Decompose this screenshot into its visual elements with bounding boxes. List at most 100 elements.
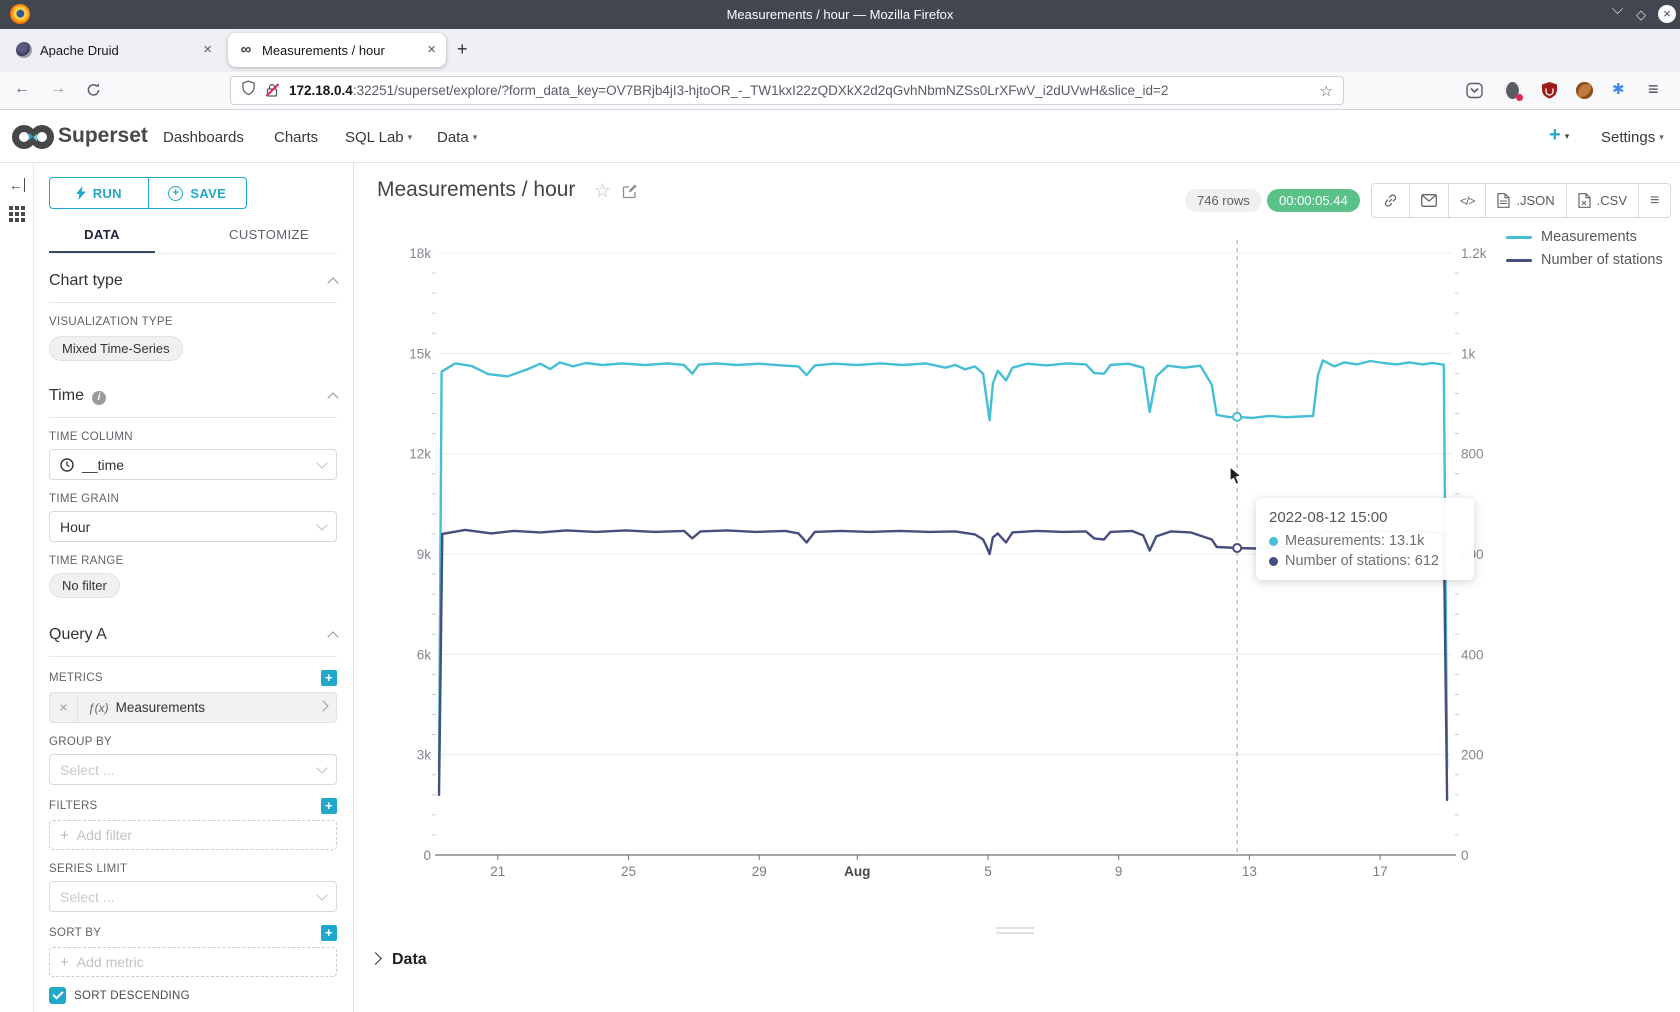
fx-icon: ƒ(x) (88, 701, 109, 715)
metric-chip[interactable]: × ƒ(x) Measurements (49, 692, 337, 723)
nav-add-button[interactable]: +▾ (1549, 124, 1569, 147)
extension-asterisk-icon[interactable]: ✱ (1612, 80, 1629, 97)
chevron-up-icon (327, 631, 338, 642)
dataset-grid-icon[interactable] (9, 206, 25, 227)
add-filter-button[interactable]: + (321, 798, 337, 814)
viz-type-value[interactable]: Mixed Time-Series (49, 336, 183, 361)
nav-item-data[interactable]: Data▾ (437, 129, 477, 146)
add-sort-metric-button[interactable]: + (321, 925, 337, 941)
nav-item-dashboards[interactable]: Dashboards (163, 129, 244, 146)
time-range-value[interactable]: No filter (49, 573, 120, 598)
svg-text:21: 21 (490, 864, 505, 879)
add-metric-button[interactable]: + (321, 670, 337, 686)
time-grain-label: TIME GRAIN (49, 493, 337, 505)
new-tab-button[interactable]: + (457, 39, 468, 60)
nav-item-sql-lab[interactable]: SQL Lab▾ (345, 129, 412, 146)
embed-code-button[interactable]: </> (1449, 184, 1486, 217)
section-time[interactable]: Timei (49, 387, 337, 405)
viz-type-label: VISUALIZATION TYPE (49, 316, 337, 328)
group-by-label: GROUP BY (49, 736, 337, 748)
group-by-select[interactable]: Select ... (49, 754, 337, 785)
edit-title-icon[interactable] (622, 183, 638, 204)
series-limit-select[interactable]: Select ... (49, 881, 337, 912)
ublock-shield-icon[interactable] (1541, 81, 1558, 98)
cookie-icon[interactable] (1576, 82, 1593, 99)
svg-text:5: 5 (984, 864, 992, 879)
window-maximize-icon[interactable]: ◇ (1636, 7, 1646, 22)
tab-close-icon[interactable]: × (203, 43, 212, 57)
copy-link-button[interactable] (1372, 184, 1410, 217)
file-json-icon (1497, 193, 1510, 208)
forward-icon[interactable]: → (50, 80, 66, 98)
panel-resize-handle[interactable] (996, 927, 1034, 937)
url-path: :32251/superset/explore/?form_data_key=O… (353, 83, 1169, 98)
legend-item-stations[interactable]: Number of stations (1506, 252, 1663, 268)
section-query-a[interactable]: Query A (49, 626, 337, 644)
chart-legend: Measurements Number of stations (1506, 229, 1663, 275)
bookmark-star-icon[interactable]: ☆ (1320, 82, 1333, 100)
browser-menu-icon[interactable]: ≡ (1648, 79, 1659, 100)
section-chart-type[interactable]: Chart type (49, 272, 337, 290)
time-column-select[interactable]: __time (49, 449, 337, 480)
superset-brand[interactable]: Superset (58, 124, 148, 148)
browser-tab-measurements[interactable]: ∞ Measurements / hour × (228, 33, 446, 67)
left-icon-rail: ← (0, 163, 34, 1012)
time-range-label: TIME RANGE (49, 555, 337, 567)
tab-customize[interactable]: CUSTOMIZE (209, 219, 329, 253)
filters-label: FILTERS + (49, 798, 337, 814)
page-title: Measurements / hour (377, 178, 575, 202)
run-button[interactable]: RUN (50, 178, 149, 208)
expand-metric-icon[interactable] (309, 693, 336, 722)
svg-text:25: 25 (621, 864, 636, 879)
legend-item-measurements[interactable]: Measurements (1506, 229, 1663, 245)
insecure-lock-icon[interactable] (265, 83, 279, 98)
nav-settings-menu[interactable]: Settings▾ (1601, 129, 1664, 146)
svg-text:13: 13 (1242, 864, 1257, 879)
url-input[interactable]: 172.18.0.4:32251/superset/explore/?form_… (230, 76, 1344, 105)
info-icon: i (92, 391, 106, 405)
row-count-badge: 746 rows (1185, 189, 1262, 212)
browser-tab-apache-druid[interactable]: Apache Druid × (6, 33, 222, 67)
plus-icon: + (60, 954, 69, 971)
svg-text:0: 0 (1461, 848, 1469, 863)
sort-by-label: SORT BY + (49, 925, 337, 941)
superset-logo-icon[interactable] (12, 123, 54, 156)
expand-panel-icon[interactable]: ← (9, 178, 25, 192)
tab-data[interactable]: DATA (49, 219, 155, 253)
clock-icon (60, 458, 74, 472)
favorite-star-icon[interactable]: ☆ (594, 180, 611, 203)
svg-text:18k: 18k (409, 246, 431, 261)
back-icon[interactable]: ← (14, 80, 30, 98)
data-section-toggle[interactable]: Data (371, 951, 427, 969)
pocket-icon[interactable] (1466, 82, 1483, 99)
tab-close-icon[interactable]: × (427, 43, 436, 57)
sort-descending-label: SORT DESCENDING (74, 990, 190, 1002)
time-grain-select[interactable]: Hour (49, 511, 337, 542)
reload-icon[interactable] (86, 82, 101, 102)
extension-account-icon[interactable] (1504, 82, 1521, 99)
svg-text:1.2k: 1.2k (1461, 246, 1487, 261)
add-sort-metric-dropzone[interactable]: + Add metric (49, 947, 337, 977)
chevron-down-icon: ▾ (1565, 131, 1570, 141)
window-title: Measurements / hour — Mozilla Firefox (0, 7, 1680, 22)
window-close-icon[interactable]: × (1658, 5, 1676, 23)
timeseries-chart[interactable]: 03k6k9k12k15k18k02004006008001k1.2k21252… (354, 215, 1680, 915)
save-button[interactable]: + SAVE (149, 178, 247, 208)
export-json-button[interactable]: .JSON (1486, 184, 1566, 217)
file-csv-icon (1578, 193, 1591, 208)
add-filter-dropzone[interactable]: + Add filter (49, 820, 337, 850)
query-timer-badge: 00:00:05.44 (1267, 189, 1360, 212)
svg-text:Aug: Aug (844, 864, 870, 879)
shield-icon[interactable] (241, 80, 256, 101)
svg-text:9: 9 (1115, 864, 1123, 879)
remove-metric-icon[interactable]: × (50, 693, 78, 722)
nav-item-charts[interactable]: Charts (274, 129, 318, 146)
svg-text:6k: 6k (417, 647, 432, 662)
chart-menu-button[interactable]: ≡ (1639, 184, 1670, 217)
export-csv-button[interactable]: .CSV (1567, 184, 1639, 217)
svg-text:17: 17 (1373, 864, 1388, 879)
email-button[interactable] (1410, 184, 1449, 217)
chevron-down-icon (316, 889, 327, 900)
sort-descending-checkbox[interactable] (49, 987, 66, 1004)
svg-text:0: 0 (423, 848, 431, 863)
